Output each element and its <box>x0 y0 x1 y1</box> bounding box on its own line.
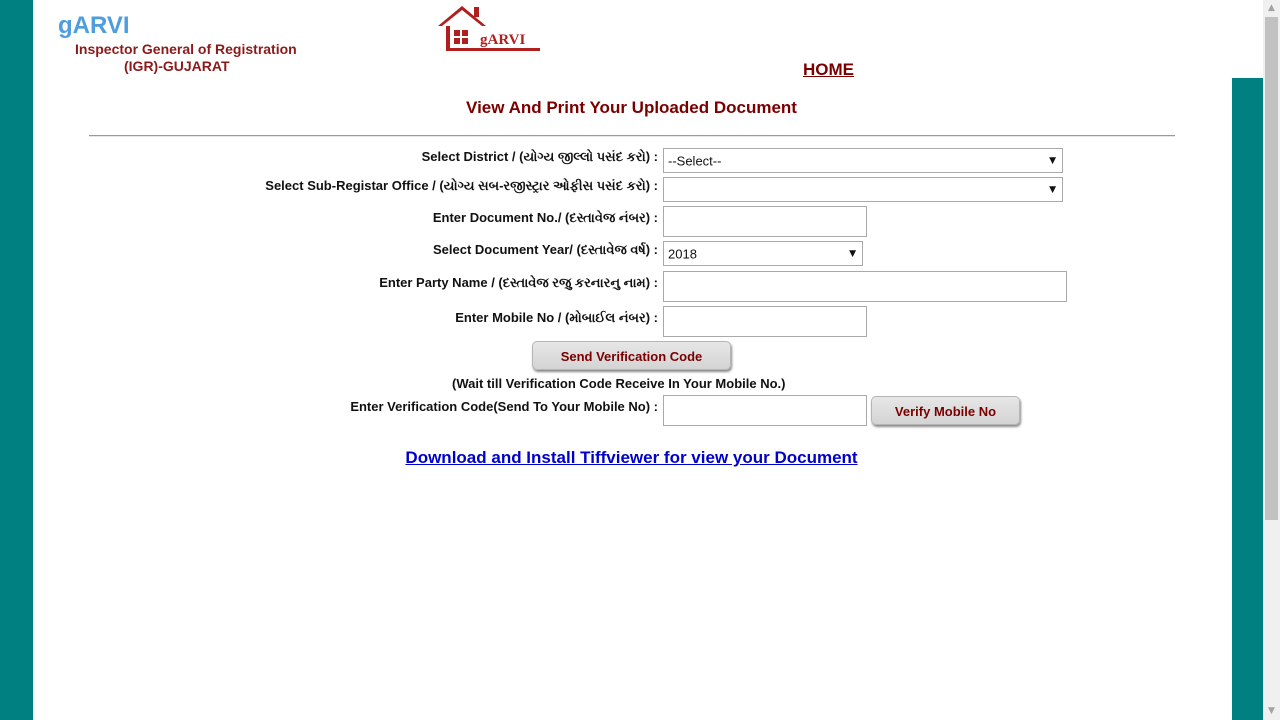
verification-code-label: Enter Verification Code(Send To Your Mob… <box>350 399 658 414</box>
district-label: Select District / (યોગ્ય જીલ્લો પસંદ કરો… <box>421 149 658 164</box>
home-link[interactable]: HOME <box>803 60 854 80</box>
district-select[interactable]: --Select-- ▼ <box>663 148 1063 173</box>
mobile-number-label: Enter Mobile No / (મોબાઈલ નંબર) : <box>455 310 658 325</box>
scroll-down-arrow-icon[interactable]: ▼ <box>1263 703 1280 720</box>
dropdown-arrow-icon: ▼ <box>1049 155 1056 166</box>
page-title: View And Print Your Uploaded Document <box>466 98 797 117</box>
document-year-selected-value: 2018 <box>668 246 697 261</box>
party-name-label: Enter Party Name / (દસ્તાવેજ રજુ કરનારનુ… <box>379 275 658 290</box>
mobile-number-input[interactable] <box>663 306 867 337</box>
subregistrar-label: Select Sub-Registar Office / (યોગ્ય સબ-ર… <box>265 178 658 193</box>
document-year-select[interactable]: 2018 ▼ <box>663 241 863 266</box>
verify-mobile-button[interactable]: Verify Mobile No <box>871 396 1020 425</box>
subregistrar-select[interactable]: ▼ <box>663 177 1063 202</box>
document-number-input[interactable] <box>663 206 867 237</box>
scroll-up-arrow-icon[interactable]: ▲ <box>1263 0 1280 17</box>
logo-text: gARVI <box>480 32 525 48</box>
org-name-line2: (IGR)-GUJARAT <box>124 58 230 74</box>
garvi-house-logo-icon: gARVI <box>438 6 540 51</box>
document-year-label: Select Document Year/ (દસ્તાવેજ વર્ષ) : <box>432 242 658 257</box>
wait-note: (Wait till Verification Code Receive In … <box>452 376 786 391</box>
district-selected-value: --Select-- <box>668 153 722 168</box>
dropdown-arrow-icon: ▼ <box>1049 184 1056 195</box>
divider <box>89 135 1175 137</box>
brand-name: gARVI <box>58 12 130 39</box>
document-number-label: Enter Document No./ (દસ્તાવેજ નંબર) : <box>432 210 658 225</box>
scrollbar-thumb[interactable] <box>1265 17 1278 520</box>
send-verification-code-button[interactable]: Send Verification Code <box>532 341 731 370</box>
dropdown-arrow-icon: ▼ <box>849 248 856 259</box>
org-name-line1: Inspector General of Registration <box>75 41 297 57</box>
verification-code-input[interactable] <box>663 395 867 426</box>
vertical-scrollbar[interactable]: ▲ ▼ <box>1263 0 1280 720</box>
party-name-input[interactable] <box>663 271 1067 302</box>
download-tiffviewer-link[interactable]: Download and Install Tiffviewer for view… <box>0 448 1263 468</box>
